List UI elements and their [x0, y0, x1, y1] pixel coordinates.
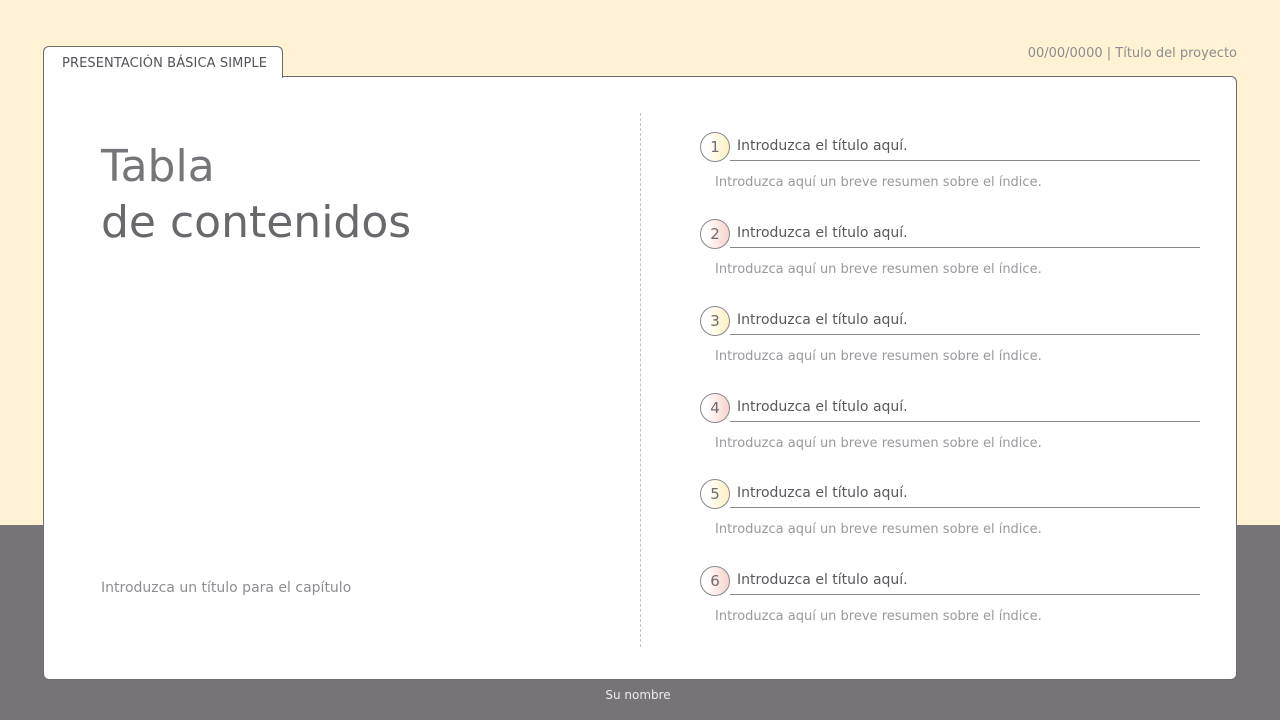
title-line-2: de contenidos [101, 197, 412, 248]
chapter-title-prompt: Introduzca un título para el capítulo [101, 580, 352, 596]
toc-underline [730, 594, 1200, 595]
presentation-tab-label: PRESENTACIÓN BÁSICA SIMPLE [43, 46, 283, 78]
toc-item-description: Introduzca aquí un breve resumen sobre e… [715, 436, 1042, 451]
toc-item-description: Introduzca aquí un breve resumen sobre e… [715, 522, 1042, 537]
slide-card: Tabla de contenidos Introduzca un título… [43, 76, 1237, 680]
page-title: Tabla de contenidos [101, 139, 411, 251]
toc-item-title: Introduzca el título aquí. [737, 485, 908, 501]
toc-underline [730, 334, 1200, 335]
toc-number-badge: 5 [700, 479, 730, 509]
toc-item: 4 Introduzca el título aquí. Introduzca … [700, 393, 1200, 463]
footer-author-name: Su nombre [605, 688, 671, 702]
toc-item: 3 Introduzca el título aquí. Introduzca … [700, 306, 1200, 376]
toc-item-description: Introduzca aquí un breve resumen sobre e… [715, 349, 1042, 364]
toc-number-badge: 4 [700, 393, 730, 423]
toc-number-badge: 1 [700, 132, 730, 162]
toc-underline [730, 507, 1200, 508]
toc-item-title: Introduzca el título aquí. [737, 399, 908, 415]
date-project-title: 00/00/0000 | Título del proyecto [1027, 46, 1237, 61]
toc-number-badge: 3 [700, 306, 730, 336]
toc-item-title: Introduzca el título aquí. [737, 138, 908, 154]
toc-underline [730, 247, 1200, 248]
toc-item-title: Introduzca el título aquí. [737, 225, 908, 241]
title-line-1: Tabla [101, 141, 215, 192]
toc-item-description: Introduzca aquí un breve resumen sobre e… [715, 609, 1042, 624]
toc-item: 2 Introduzca el título aquí. Introduzca … [700, 219, 1200, 289]
toc-item: 6 Introduzca el título aquí. Introduzca … [700, 566, 1200, 636]
toc-item-description: Introduzca aquí un breve resumen sobre e… [715, 262, 1042, 277]
toc-underline [730, 160, 1200, 161]
toc-item: 5 Introduzca el título aquí. Introduzca … [700, 479, 1200, 549]
toc-item-title: Introduzca el título aquí. [737, 312, 908, 328]
toc-underline [730, 421, 1200, 422]
toc-number-badge: 2 [700, 219, 730, 249]
toc-number-badge: 6 [700, 566, 730, 596]
column-divider [640, 113, 641, 647]
toc-item-title: Introduzca el título aquí. [737, 572, 908, 588]
toc-item: 1 Introduzca el título aquí. Introduzca … [700, 132, 1200, 202]
toc-item-description: Introduzca aquí un breve resumen sobre e… [715, 175, 1042, 190]
